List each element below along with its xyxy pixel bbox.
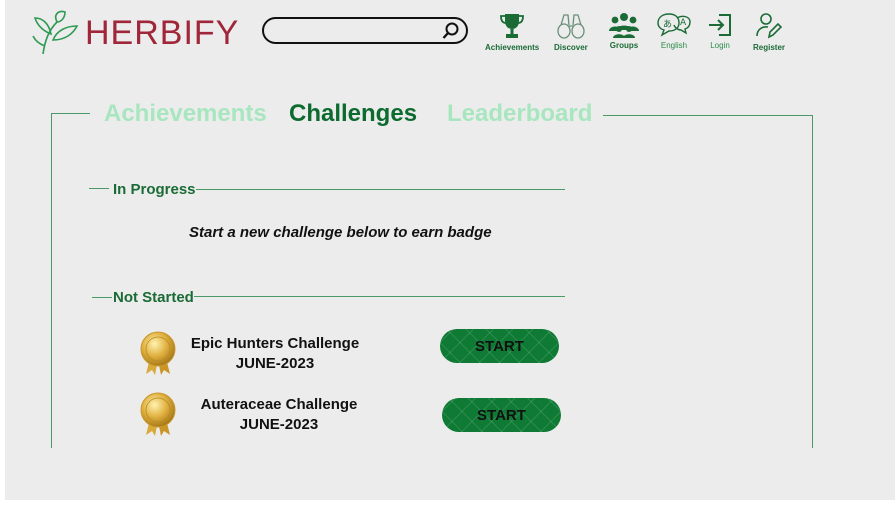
tab-challenges[interactable]: Challenges bbox=[289, 100, 417, 128]
nav-achievements-label: Achievements bbox=[485, 43, 540, 52]
section-title-in-progress: In Progress bbox=[113, 181, 196, 198]
medal-icon bbox=[140, 331, 176, 375]
nav-discover-label: Discover bbox=[554, 43, 588, 52]
binoculars-icon bbox=[557, 14, 585, 39]
register-icon bbox=[756, 13, 782, 39]
trophy-icon bbox=[500, 14, 525, 38]
panel-border-right bbox=[812, 115, 813, 448]
challenge-name: Auteraceae Challenge JUNE-2023 bbox=[189, 395, 369, 435]
start-button[interactable]: START bbox=[442, 398, 561, 432]
challenge-title: Epic Hunters Challenge bbox=[190, 335, 360, 352]
nav-login-label: Login bbox=[710, 41, 730, 50]
tab-achievements[interactable]: Achievements bbox=[104, 100, 267, 128]
nav-english-label: English bbox=[660, 41, 688, 50]
challenge-date: JUNE-2023 bbox=[239, 416, 319, 433]
brand-name: HERBIFY bbox=[85, 14, 240, 52]
section-divider bbox=[196, 189, 565, 190]
search-icon[interactable] bbox=[442, 22, 460, 45]
nav-register[interactable]: Register bbox=[753, 12, 785, 52]
svg-text:あ: あ bbox=[663, 19, 672, 30]
search-bar[interactable] bbox=[262, 17, 468, 44]
panel-border-left bbox=[51, 113, 52, 448]
nav-groups[interactable]: Groups bbox=[609, 12, 639, 50]
login-icon bbox=[709, 14, 731, 36]
tab-leaderboard[interactable]: Leaderboard bbox=[447, 100, 592, 128]
challenge-title: Auteraceae Challenge bbox=[200, 396, 358, 413]
nav-language[interactable]: あ A English bbox=[656, 12, 692, 50]
nav-discover[interactable]: Discover bbox=[554, 12, 588, 52]
section-divider bbox=[89, 188, 109, 189]
medal-icon bbox=[140, 392, 176, 436]
panel-border-top-right bbox=[603, 115, 813, 116]
section-title-not-started: Not Started bbox=[113, 289, 194, 306]
search-input[interactable] bbox=[274, 19, 448, 43]
translate-icon: あ A bbox=[657, 13, 691, 37]
nav-register-label: Register bbox=[753, 43, 786, 52]
groups-icon bbox=[609, 13, 639, 38]
start-button[interactable]: START bbox=[440, 329, 559, 363]
svg-text:A: A bbox=[680, 18, 687, 28]
in-progress-message: Start a new challenge below to earn badg… bbox=[189, 224, 492, 241]
nav-achievements[interactable]: Achievements bbox=[485, 12, 539, 52]
leaf-logo-icon bbox=[32, 10, 79, 55]
challenge-name: Epic Hunters Challenge JUNE-2023 bbox=[185, 334, 365, 374]
nav-login[interactable]: Login bbox=[707, 12, 733, 50]
nav-groups-label: Groups bbox=[609, 41, 639, 50]
section-divider bbox=[92, 297, 112, 298]
challenge-date: JUNE-2023 bbox=[235, 355, 315, 372]
section-divider bbox=[194, 296, 565, 297]
logo[interactable]: HERBIFY bbox=[31, 10, 239, 56]
panel-border-top-left bbox=[51, 113, 90, 114]
